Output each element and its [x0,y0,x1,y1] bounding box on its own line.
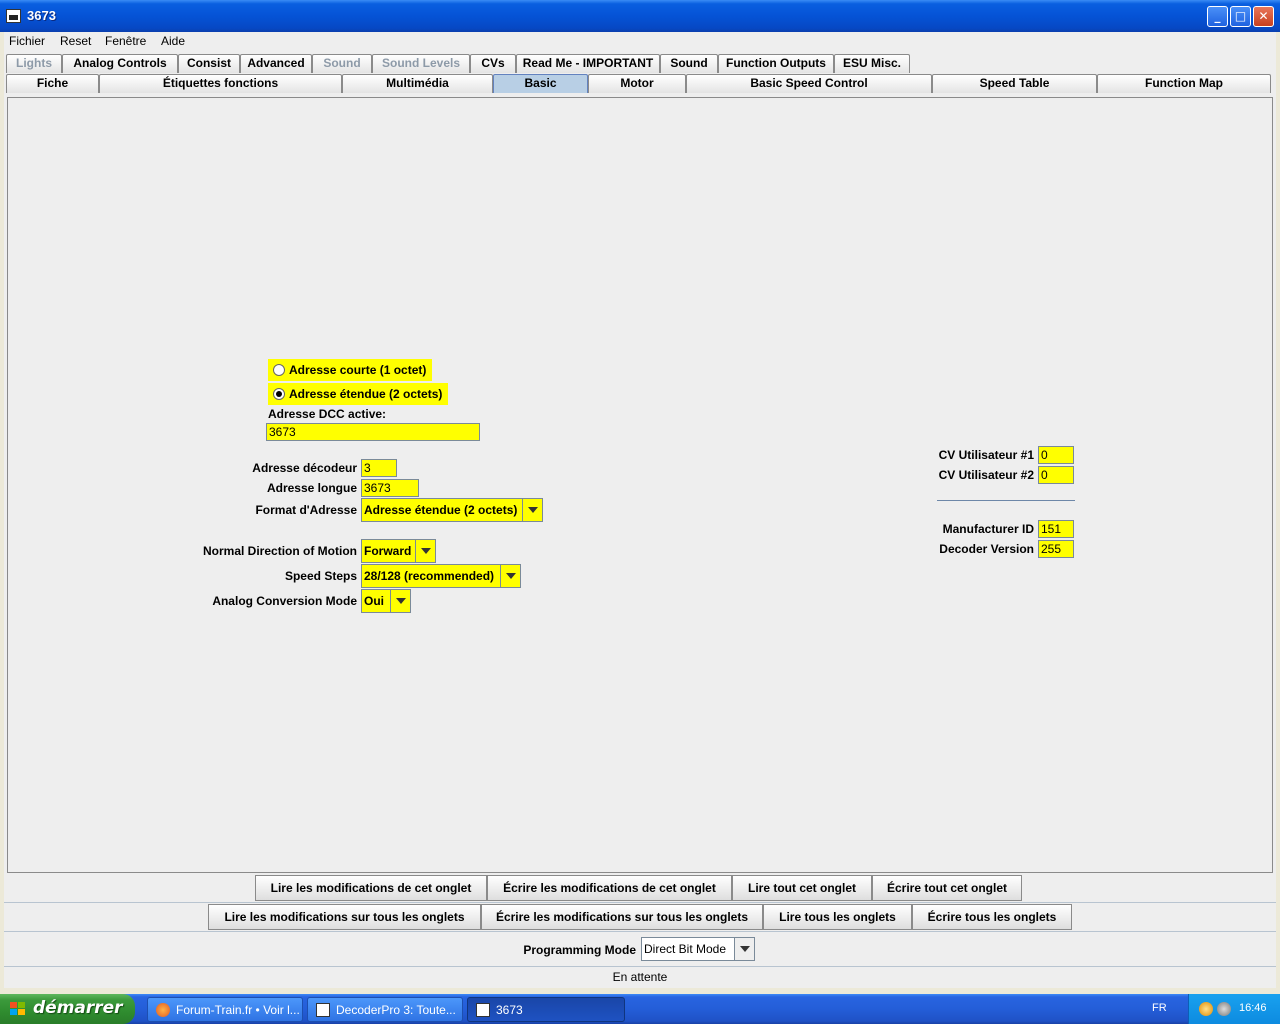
maximize-button[interactable]: □ [1230,6,1251,27]
speed-steps-combo[interactable]: 28/128 (recommended) [361,564,521,588]
cv-user1-label: CV Utilisateur #1 [938,448,1034,462]
decoder-version-field[interactable]: 255 [1038,540,1074,558]
divider [4,931,1276,932]
write-changes-all-button[interactable]: Écrire les modifications sur tous les on… [481,904,763,930]
close-button[interactable]: ✕ [1253,6,1274,27]
cv-user2-label: CV Utilisateur #2 [938,468,1034,482]
clock: 16:46 [1239,1002,1267,1014]
tab-etiquettes-fonctions[interactable]: Étiquettes fonctions [99,74,342,93]
tab-basic-speed-control[interactable]: Basic Speed Control [686,74,932,93]
train-icon [316,1003,330,1017]
tab-fiche[interactable]: Fiche [6,74,99,93]
active-dcc-label: Adresse DCC active: [268,407,387,421]
address-format-label: Format d'Adresse [255,503,357,517]
tab-sound-disabled[interactable]: Sound [312,54,372,73]
taskbar-item-firefox[interactable]: Forum-Train.fr • Voir l... [147,997,303,1022]
chevron-down-icon[interactable] [734,938,754,960]
volume-icon[interactable] [1217,1002,1231,1016]
taskbar: démarrer Forum-Train.fr • Voir l... Deco… [0,994,1280,1024]
client-area: Lights Analog Controls Consist Advanced … [4,52,1276,988]
menu-fichier[interactable]: Fichier [9,34,45,48]
taskbar-item-decoderpro[interactable]: DecoderPro 3: Toute... [307,997,463,1022]
basic-panel: Adresse courte (1 octet) Adresse étendue… [7,97,1273,873]
chevron-down-icon[interactable] [415,540,435,562]
decoder-version-label: Decoder Version [939,542,1034,556]
long-address-field[interactable]: 3673 [361,479,419,497]
tab-cvs[interactable]: CVs [470,54,516,73]
address-format-combo[interactable]: Adresse étendue (2 octets) [361,498,543,522]
radio-circle-checked[interactable] [273,388,285,400]
system-tray: 16:46 [1188,994,1280,1024]
divider [4,966,1276,967]
decoder-address-label: Adresse décodeur [252,461,357,475]
programming-mode-label: Programming Mode [523,943,636,957]
tab-esu-misc[interactable]: ESU Misc. [834,54,910,73]
analog-conversion-combo[interactable]: Oui [361,589,411,613]
radio-circle[interactable] [273,364,285,376]
tab-sound[interactable]: Sound [660,54,718,73]
tab-function-outputs[interactable]: Function Outputs [718,54,834,73]
menu-fenetre[interactable]: Fenêtre [105,34,146,48]
minimize-button[interactable]: _ [1207,6,1228,27]
taskbar-item-3673[interactable]: 3673 [467,997,625,1022]
chevron-down-icon[interactable] [522,499,542,521]
tab-lights[interactable]: Lights [6,54,62,73]
active-dcc-field[interactable]: 3673 [266,423,480,441]
menu-reset[interactable]: Reset [60,34,91,48]
train-icon [476,1003,490,1017]
read-all-tab-button[interactable]: Lire tout cet onglet [732,875,872,901]
app-icon [6,9,21,23]
cv-user2-field[interactable]: 0 [1038,466,1074,484]
window-title: 3673 [27,8,56,23]
language-indicator[interactable]: FR [1152,1002,1167,1014]
write-all-tab-button[interactable]: Écrire tout cet onglet [872,875,1022,901]
tab-consist[interactable]: Consist [178,54,240,73]
tab-multimedia[interactable]: Multimédia [342,74,493,93]
write-all-tabs-button[interactable]: Écrire tous les onglets [912,904,1072,930]
tab-read-me[interactable]: Read Me - IMPORTANT [516,54,660,73]
read-changes-tab-button[interactable]: Lire les modifications de cet onglet [255,875,487,901]
tab-advanced[interactable]: Advanced [240,54,312,73]
title-bar[interactable]: 3673 _ □ ✕ [0,0,1280,32]
programming-mode-combo[interactable]: Direct Bit Mode [641,937,755,961]
chevron-down-icon[interactable] [390,590,410,612]
firefox-icon [156,1003,170,1017]
divider [4,902,1276,903]
tab-motor[interactable]: Motor [588,74,686,93]
windows-flag-icon [10,1002,26,1016]
analog-conversion-label: Analog Conversion Mode [212,594,357,608]
menu-bar: Fichier Reset Fenêtre Aide [4,32,1276,52]
start-button[interactable]: démarrer [0,994,135,1024]
read-changes-all-button[interactable]: Lire les modifications sur tous les ongl… [208,904,481,930]
direction-label: Normal Direction of Motion [203,544,357,558]
status-text: En attente [612,970,668,984]
decoder-address-field[interactable]: 3 [361,459,397,477]
speed-steps-label: Speed Steps [284,569,357,583]
radio-short-address[interactable]: Adresse courte (1 octet) [268,359,432,381]
write-changes-tab-button[interactable]: Écrire les modifications de cet onglet [487,875,732,901]
read-all-tabs-button[interactable]: Lire tous les onglets [763,904,912,930]
cv-user1-field[interactable]: 0 [1038,446,1074,464]
tab-function-map[interactable]: Function Map [1097,74,1271,93]
direction-combo[interactable]: Forward [361,539,436,563]
tray-app-icon[interactable] [1199,1002,1213,1016]
radio-extended-address[interactable]: Adresse étendue (2 octets) [268,383,448,405]
chevron-down-icon[interactable] [500,565,520,587]
menu-aide[interactable]: Aide [161,34,185,48]
manufacturer-id-field[interactable]: 151 [1038,520,1074,538]
long-address-label: Adresse longue [266,481,357,495]
tab-speed-table[interactable]: Speed Table [932,74,1097,93]
tab-sound-levels[interactable]: Sound Levels [372,54,470,73]
tab-basic[interactable]: Basic [493,74,588,93]
separator [937,500,1075,501]
tab-analog-controls[interactable]: Analog Controls [62,54,178,73]
manufacturer-id-label: Manufacturer ID [942,522,1034,536]
